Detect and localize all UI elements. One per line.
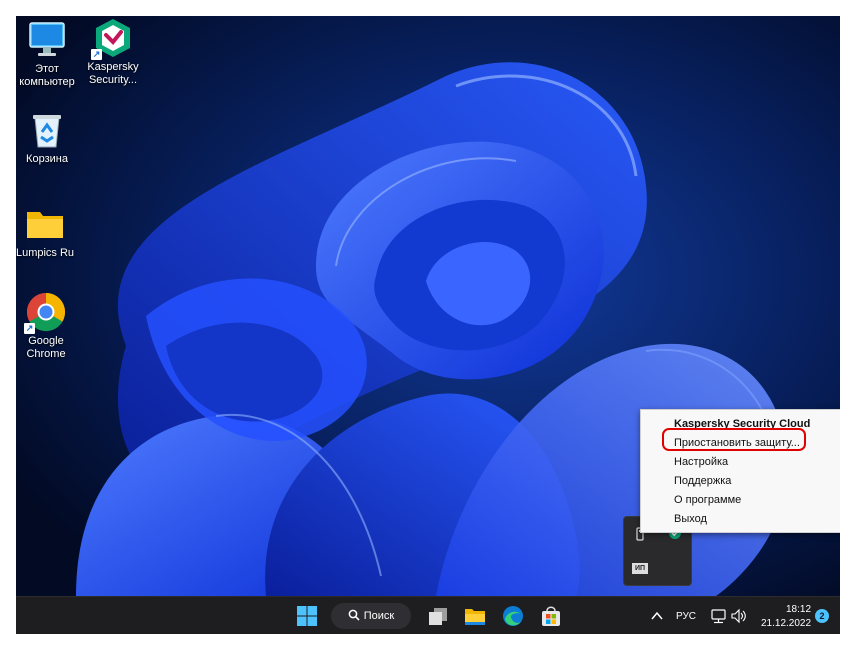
- app-tray-icon[interactable]: ИП: [632, 563, 648, 574]
- windows-logo-icon: [297, 606, 317, 626]
- highlight-outline: [662, 428, 806, 451]
- microsoft-store-button[interactable]: [539, 603, 563, 629]
- search-button[interactable]: Поиск: [331, 603, 411, 629]
- desktop-icon-label: Google: [28, 335, 64, 347]
- desktop-icon-recycle-bin[interactable]: Корзина: [16, 110, 78, 166]
- task-view-button[interactable]: [426, 603, 450, 629]
- desktop-icon-this-pc[interactable]: Этот компьютер: [16, 20, 78, 89]
- shortcut-arrow-icon: ↗: [91, 49, 102, 60]
- desktop-screen: Этот компьютер ↗ Kaspersky Security... К…: [16, 16, 840, 634]
- desktop-icon-google-chrome[interactable]: ↗ Google Chrome: [16, 292, 77, 361]
- desktop-icon-label: Kaspersky: [87, 61, 139, 73]
- clock-time[interactable]: 18:12: [786, 604, 811, 615]
- chrome-icon: ↗: [24, 292, 66, 334]
- desktop-icon-label: Chrome: [26, 348, 66, 360]
- menu-item-exit[interactable]: Выход: [674, 513, 707, 525]
- kaspersky-icon: ↗: [91, 18, 133, 60]
- desktop-icon-label: Lumpics Ru: [16, 247, 75, 259]
- folder-icon: [25, 204, 65, 244]
- desktop-icon-label: компьютер: [19, 76, 75, 88]
- recycle-bin-icon: [27, 110, 67, 150]
- kaspersky-context-menu: Kaspersky Security Cloud Приостановить з…: [640, 409, 840, 533]
- shortcut-arrow-icon: ↗: [24, 323, 35, 334]
- file-explorer-button[interactable]: [463, 603, 487, 629]
- start-button[interactable]: [295, 603, 319, 629]
- task-view-icon: [429, 608, 447, 625]
- menu-item-about[interactable]: О программе: [674, 494, 741, 506]
- edge-button[interactable]: [501, 603, 525, 629]
- desktop-icon-label: Этот: [35, 63, 59, 75]
- show-hidden-icons-button[interactable]: [650, 603, 664, 629]
- desktop-icon-label: Security...: [88, 74, 138, 86]
- monitor-icon: [27, 20, 67, 60]
- file-explorer-icon: [465, 609, 485, 625]
- menu-item-support[interactable]: Поддержка: [674, 475, 731, 487]
- chevron-up-icon: [651, 611, 663, 620]
- language-indicator[interactable]: РУС: [676, 611, 696, 622]
- menu-item-settings[interactable]: Настройка: [674, 456, 728, 468]
- search-icon: [348, 605, 360, 621]
- search-label: Поиск: [363, 610, 395, 622]
- notification-badge[interactable]: 2: [815, 609, 829, 623]
- store-bag-icon: [542, 606, 560, 626]
- desktop-icon-kaspersky[interactable]: ↗ Kaspersky Security...: [82, 18, 144, 87]
- desktop-icon-label: Корзина: [26, 153, 68, 165]
- taskbar: Поиск РУС 18:12 21.12.2022 2: [16, 596, 840, 634]
- volume-icon[interactable]: [731, 603, 747, 629]
- network-icon[interactable]: [711, 603, 727, 629]
- clock-date[interactable]: 21.12.2022: [761, 618, 811, 629]
- desktop-icon-lumpics-folder[interactable]: Lumpics Ru: [16, 204, 76, 260]
- edge-icon: [503, 606, 523, 626]
